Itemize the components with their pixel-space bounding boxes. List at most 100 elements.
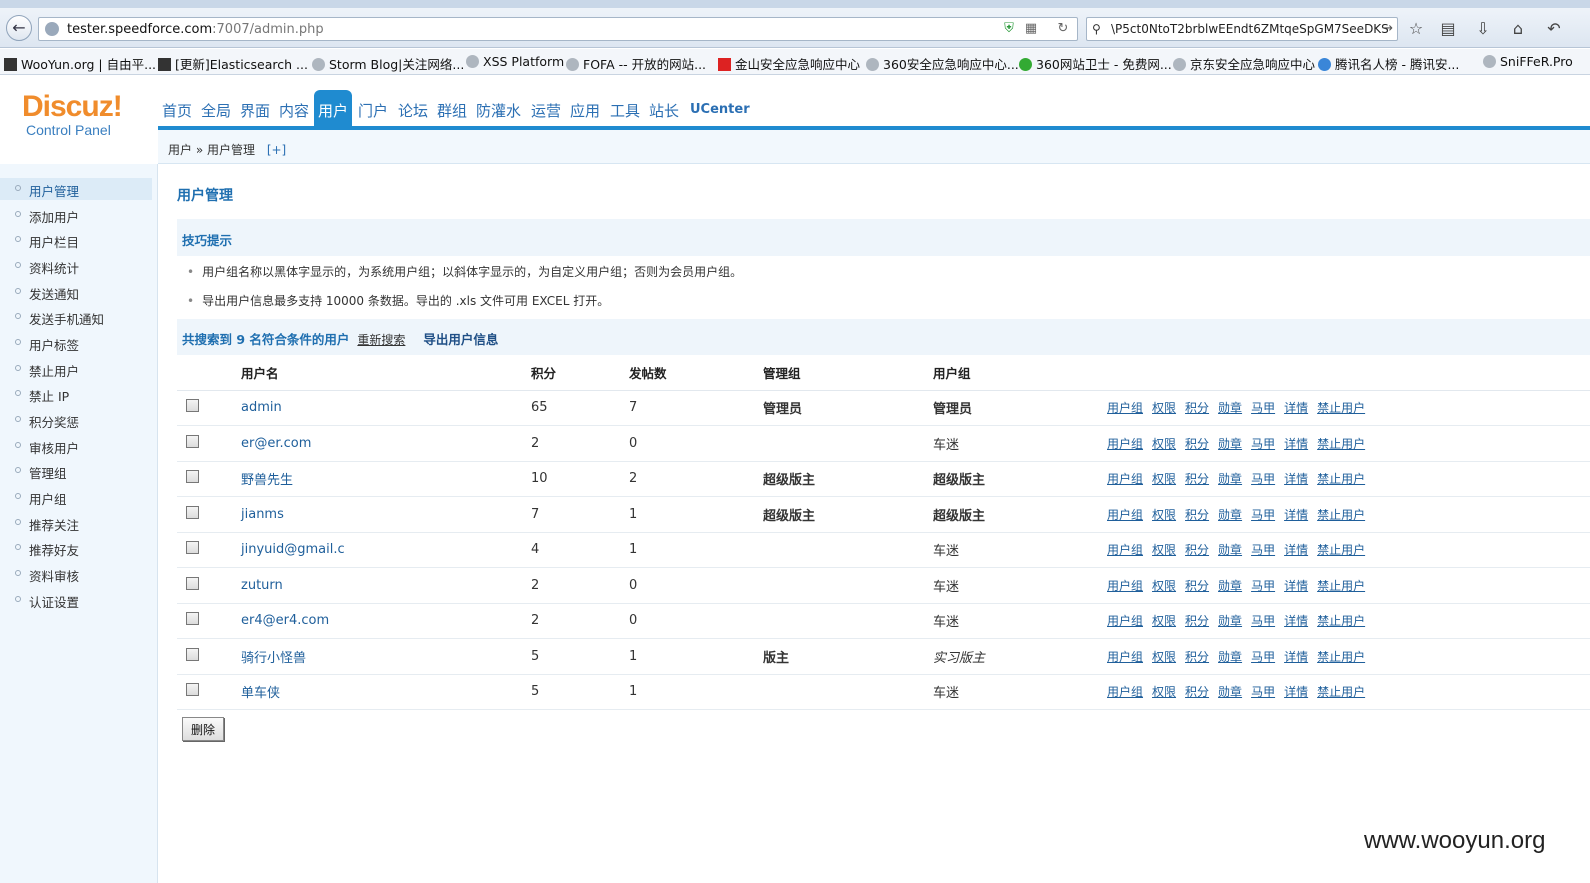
discuz-logo[interactable]: Discuz! Control Panel: [22, 90, 123, 138]
search-bar[interactable]: ⚲ \P5ct0NtoT2brblwEEndt6ZMtqeSpGM7SeeDKS…: [1086, 17, 1398, 41]
row-checkbox[interactable]: [186, 683, 199, 697]
nav-operation[interactable]: 运营: [531, 100, 561, 121]
nav-portal[interactable]: 门户: [358, 100, 388, 121]
row-action-link[interactable]: 积分: [1185, 437, 1209, 451]
row-action-link[interactable]: 禁止用户: [1317, 579, 1365, 593]
sidebar-item-ban-user[interactable]: 禁止用户: [0, 358, 152, 380]
username-link[interactable]: 单车侠: [241, 686, 280, 701]
export-users-link[interactable]: 导出用户信息: [423, 332, 498, 347]
bookmark-item[interactable]: 360网站卫士 - 免费网...: [1019, 54, 1172, 73]
back-arrow-icon[interactable]: ←: [6, 15, 32, 41]
sidebar-item-admin-groups[interactable]: 管理组: [0, 460, 152, 482]
bookmark-item[interactable]: 360安全应急响应中心...: [866, 54, 1019, 73]
row-action-link[interactable]: 勋章: [1218, 472, 1242, 486]
sidebar-item-credit-rewards[interactable]: 积分奖惩: [0, 409, 152, 431]
row-action-link[interactable]: 勋章: [1218, 685, 1242, 699]
row-action-link[interactable]: 积分: [1185, 472, 1209, 486]
row-action-link[interactable]: 禁止用户: [1317, 401, 1365, 415]
row-action-link[interactable]: 积分: [1185, 650, 1209, 664]
sidebar-item-recommend-friends[interactable]: 推荐好友: [0, 537, 152, 559]
qrcode-icon[interactable]: ▦: [1023, 21, 1039, 37]
row-checkbox[interactable]: [186, 470, 199, 484]
nav-content[interactable]: 内容: [279, 100, 309, 121]
row-action-link[interactable]: 用户组: [1107, 401, 1143, 415]
row-action-link[interactable]: 马甲: [1251, 401, 1275, 415]
row-action-link[interactable]: 马甲: [1251, 543, 1275, 557]
row-action-link[interactable]: 积分: [1185, 401, 1209, 415]
sidebar-item-user-fields[interactable]: 用户栏目: [0, 229, 152, 251]
nav-home[interactable]: 首页: [162, 100, 192, 121]
sidebar-item-send-sms[interactable]: 发送手机通知: [0, 306, 152, 328]
username-link[interactable]: jianms: [241, 507, 284, 522]
row-action-link[interactable]: 详情: [1284, 614, 1308, 628]
row-action-link[interactable]: 勋章: [1218, 437, 1242, 451]
row-checkbox[interactable]: [186, 541, 199, 555]
row-action-link[interactable]: 马甲: [1251, 472, 1275, 486]
row-action-link[interactable]: 禁止用户: [1317, 650, 1365, 664]
sidebar-item-recommend-follow[interactable]: 推荐关注: [0, 512, 152, 534]
row-checkbox[interactable]: [186, 505, 199, 519]
row-action-link[interactable]: 禁止用户: [1317, 543, 1365, 557]
row-action-link[interactable]: 详情: [1284, 401, 1308, 415]
go-arrow-icon[interactable]: →: [1382, 21, 1393, 36]
row-checkbox[interactable]: [186, 576, 199, 590]
sidebar-item-send-notice[interactable]: 发送通知: [0, 281, 152, 303]
bookmark-item[interactable]: 金山安全应急响应中心: [718, 54, 860, 73]
nav-webmaster[interactable]: 站长: [649, 100, 679, 121]
bookmark-item[interactable]: 腾讯名人榜 - 腾讯安...: [1318, 54, 1459, 73]
row-action-link[interactable]: 禁止用户: [1317, 437, 1365, 451]
nav-forum[interactable]: 论坛: [398, 100, 428, 121]
nav-apps[interactable]: 应用: [570, 100, 600, 121]
row-action-link[interactable]: 权限: [1152, 437, 1176, 451]
row-action-link[interactable]: 详情: [1284, 472, 1308, 486]
nav-ucenter[interactable]: UCenter: [690, 102, 750, 117]
sidebar-item-add-user[interactable]: 添加用户: [0, 204, 152, 226]
bookmark-item[interactable]: Storm Blog|关注网络...: [312, 54, 464, 73]
row-action-link[interactable]: 用户组: [1107, 508, 1143, 522]
sidebar-item-review-users[interactable]: 审核用户: [0, 435, 152, 457]
row-action-link[interactable]: 勋章: [1218, 650, 1242, 664]
nav-tools[interactable]: 工具: [610, 100, 640, 121]
sidebar-item-profile-stats[interactable]: 资料统计: [0, 255, 152, 277]
row-action-link[interactable]: 用户组: [1107, 472, 1143, 486]
research-link[interactable]: 重新搜索: [357, 333, 405, 347]
row-action-link[interactable]: 积分: [1185, 614, 1209, 628]
row-action-link[interactable]: 积分: [1185, 685, 1209, 699]
sidebar-item-user-groups[interactable]: 用户组: [0, 486, 152, 508]
shield-icon[interactable]: ⛨: [1001, 21, 1017, 37]
username-link[interactable]: admin: [241, 400, 282, 415]
reading-list-icon[interactable]: ▤: [1437, 18, 1459, 40]
bookmark-star-icon[interactable]: ☆: [1405, 18, 1427, 40]
bookmark-item[interactable]: XSS Platform: [466, 54, 564, 69]
row-action-link[interactable]: 马甲: [1251, 650, 1275, 664]
username-link[interactable]: 野兽先生: [241, 473, 293, 488]
username-link[interactable]: er4@er4.com: [241, 613, 329, 628]
row-action-link[interactable]: 勋章: [1218, 614, 1242, 628]
address-bar[interactable]: tester.speedforce.com:7007/admin.php ⛨ ▦…: [38, 17, 1078, 41]
sidebar-item-profile-review[interactable]: 资料审核: [0, 563, 152, 585]
row-action-link[interactable]: 详情: [1284, 579, 1308, 593]
row-action-link[interactable]: 权限: [1152, 614, 1176, 628]
row-action-link[interactable]: 权限: [1152, 685, 1176, 699]
row-action-link[interactable]: 权限: [1152, 472, 1176, 486]
row-action-link[interactable]: 用户组: [1107, 614, 1143, 628]
row-action-link[interactable]: 用户组: [1107, 543, 1143, 557]
row-action-link[interactable]: 勋章: [1218, 543, 1242, 557]
username-link[interactable]: jinyuid@gmail.c: [241, 542, 345, 557]
bookmark-item[interactable]: [更新]Elasticsearch ...: [158, 54, 308, 73]
nav-antispam[interactable]: 防灌水: [476, 100, 521, 121]
row-action-link[interactable]: 马甲: [1251, 508, 1275, 522]
row-action-link[interactable]: 权限: [1152, 543, 1176, 557]
row-action-link[interactable]: 马甲: [1251, 437, 1275, 451]
row-action-link[interactable]: 积分: [1185, 508, 1209, 522]
username-link[interactable]: 骑行小怪兽: [241, 651, 306, 666]
row-action-link[interactable]: 详情: [1284, 437, 1308, 451]
row-checkbox[interactable]: [186, 612, 199, 626]
row-action-link[interactable]: 用户组: [1107, 579, 1143, 593]
row-action-link[interactable]: 权限: [1152, 650, 1176, 664]
row-checkbox[interactable]: [186, 434, 199, 448]
bookmark-item[interactable]: WooYun.org | 自由平...: [4, 54, 156, 73]
row-action-link[interactable]: 勋章: [1218, 508, 1242, 522]
row-action-link[interactable]: 马甲: [1251, 579, 1275, 593]
row-action-link[interactable]: 禁止用户: [1317, 508, 1365, 522]
